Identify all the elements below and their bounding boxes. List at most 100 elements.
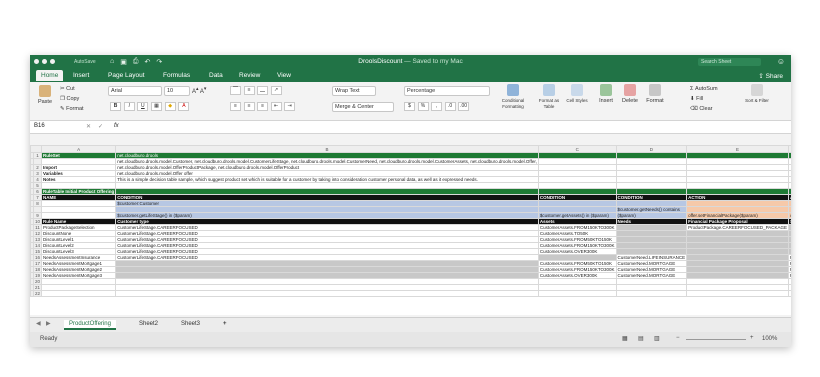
wrap-text-button[interactable]: Wrap Text bbox=[332, 86, 376, 96]
format-cells-button[interactable]: Format bbox=[644, 84, 666, 104]
fill-color-button[interactable]: ◆ bbox=[164, 102, 176, 111]
cell[interactable] bbox=[115, 290, 539, 297]
page-break-view-icon[interactable]: ▥ bbox=[654, 335, 660, 342]
worksheet-grid[interactable]: ABCDEFG1RuleSetnet.cloudburo.droolsnet.c… bbox=[30, 145, 791, 315]
tab-data[interactable]: Data bbox=[204, 70, 228, 81]
delete-cells-button[interactable]: Delete bbox=[620, 84, 640, 104]
zoom-in-icon[interactable]: + bbox=[750, 335, 754, 341]
zoom-out-icon[interactable]: − bbox=[676, 335, 680, 341]
orientation-button[interactable]: ↗ bbox=[270, 86, 282, 95]
page-layout-view-icon[interactable]: ▤ bbox=[638, 335, 644, 342]
zoom-level: 100% bbox=[762, 336, 778, 342]
conditional-formatting-icon bbox=[507, 84, 519, 96]
format-painter-button[interactable]: ✎ Format bbox=[60, 104, 84, 114]
fill-button[interactable]: ⬇ Fill bbox=[690, 94, 718, 104]
cell[interactable]: $customer.getAssets() in ($param) bbox=[537, 212, 617, 219]
row-header[interactable]: 22 bbox=[32, 290, 43, 297]
column-header-f[interactable]: F bbox=[788, 145, 791, 153]
search-sheet-input[interactable]: Search Sheet bbox=[698, 58, 761, 66]
name-box[interactable]: B16 bbox=[34, 123, 45, 129]
font-name-select[interactable]: Arial bbox=[108, 86, 162, 96]
number-format-select[interactable]: Percentage bbox=[404, 86, 490, 96]
cell[interactable]: ProductPackage.CAREERFOCUSED_PACKAGE bbox=[686, 224, 790, 231]
normal-view-icon[interactable]: ▦ bbox=[622, 335, 628, 342]
zoom-slider[interactable] bbox=[686, 339, 746, 340]
copy-button[interactable]: ❐ Copy bbox=[60, 94, 84, 104]
percent-button[interactable]: % bbox=[417, 102, 429, 111]
align-top-button[interactable]: ⎺ bbox=[230, 86, 241, 95]
confirm-icon[interactable]: ✓ bbox=[98, 123, 103, 130]
align-right-button[interactable]: ≡ bbox=[257, 102, 269, 111]
cell[interactable]: $customer.getNeeds() contains bbox=[615, 206, 688, 213]
cell[interactable] bbox=[41, 290, 117, 297]
font-grow-shrink[interactable]: A▴ A▾ bbox=[192, 86, 206, 95]
paste-button[interactable]: Paste bbox=[36, 85, 54, 105]
cell[interactable]: This is a simple decision table sample, … bbox=[115, 176, 539, 183]
cell[interactable]: RuleTable Initial Product Offering bbox=[41, 188, 117, 195]
currency-button[interactable]: $ bbox=[404, 102, 415, 111]
cell[interactable]: CustomerNeed.LIFEINSURANCE bbox=[615, 254, 688, 261]
sheet-nav-next-icon[interactable]: ▶ bbox=[46, 320, 51, 327]
cell-table[interactable]: ABCDEFG1RuleSetnet.cloudburo.droolsnet.c… bbox=[30, 145, 791, 297]
italic-button[interactable]: I bbox=[123, 102, 135, 111]
align-center-button[interactable]: ≡ bbox=[243, 102, 255, 111]
cell[interactable] bbox=[537, 290, 617, 297]
cell[interactable] bbox=[615, 290, 688, 297]
cancel-icon[interactable]: ✕ bbox=[86, 123, 91, 130]
cell-styles-button[interactable]: Cell Styles bbox=[566, 84, 588, 104]
cell[interactable] bbox=[686, 290, 790, 297]
merge-center-button[interactable]: Merge & Center bbox=[332, 102, 394, 112]
column-header-b[interactable]: B bbox=[115, 145, 539, 153]
underline-button[interactable]: U bbox=[137, 102, 149, 111]
decrease-decimal-button[interactable]: .00 bbox=[458, 102, 470, 111]
column-header-a[interactable]: A bbox=[41, 145, 117, 153]
column-header-e[interactable]: E bbox=[686, 145, 790, 153]
align-bottom-button[interactable]: ⎽ bbox=[257, 86, 269, 95]
select-all-corner[interactable] bbox=[30, 145, 43, 153]
feedback-smiley-icon[interactable]: ☺ bbox=[777, 57, 785, 66]
column-header-row: ABCDEFG bbox=[30, 145, 791, 153]
column-header-c[interactable]: C bbox=[537, 145, 617, 153]
cell[interactable]: CustomerAssets.FROM50KTO150K bbox=[537, 236, 617, 243]
sheet-nav-prev-icon[interactable]: ◀ bbox=[36, 320, 41, 327]
cell[interactable]: CustomerAssets.FROM50KTO150K bbox=[537, 260, 617, 267]
autosum-button[interactable]: Σ AutoSum bbox=[690, 84, 718, 94]
decrease-indent-button[interactable]: ⇤ bbox=[270, 102, 282, 111]
excel-window: AutoSave ⌂ ▣ ⎙ ↶ ↷ DroolsDiscount — Save… bbox=[30, 55, 791, 347]
clear-button[interactable]: ⌫ Clear bbox=[690, 104, 718, 114]
tab-review[interactable]: Review bbox=[234, 70, 265, 81]
bold-button[interactable]: B bbox=[110, 102, 121, 111]
cell[interactable]: net.cloudburo.drools.model.Customer, net… bbox=[115, 158, 539, 165]
insert-cells-button[interactable]: Insert bbox=[596, 84, 616, 104]
increase-decimal-button[interactable]: .0 bbox=[444, 102, 456, 111]
font-size-select[interactable]: 10 bbox=[164, 86, 190, 96]
format-as-table-button[interactable]: Format as Table bbox=[535, 84, 563, 110]
cell[interactable] bbox=[788, 290, 791, 297]
comma-button[interactable]: , bbox=[431, 102, 443, 111]
add-sheet-button[interactable]: + bbox=[218, 320, 232, 328]
function-icon[interactable]: fx bbox=[114, 123, 119, 129]
cell[interactable]: CustomerAssets.FROM150KTO300K bbox=[537, 224, 617, 231]
increase-indent-button[interactable]: ⇥ bbox=[284, 102, 296, 111]
align-middle-button[interactable]: ≡ bbox=[243, 86, 255, 95]
sort-filter-button[interactable]: Sort & Filter bbox=[742, 84, 772, 104]
font-color-button[interactable]: A bbox=[178, 102, 190, 111]
borders-button[interactable]: ▦ bbox=[151, 102, 163, 111]
tab-page-layout[interactable]: Page Layout bbox=[103, 70, 150, 81]
sheet-tab-sheet3[interactable]: Sheet3 bbox=[176, 320, 205, 328]
status-bar: Ready ▦ ▤ ▥ − + 100% bbox=[30, 332, 791, 347]
cell[interactable]: CustomerAssets.FROM150KTO300K bbox=[537, 242, 617, 249]
sheet-tab-sheet2[interactable]: Sheet2 bbox=[134, 320, 163, 328]
align-left-button[interactable]: ≡ bbox=[230, 102, 241, 111]
share-button[interactable]: ⇪ Share bbox=[758, 72, 783, 80]
column-header-d[interactable]: D bbox=[615, 145, 688, 153]
sheet-tab-productoffering[interactable]: ProductOffering bbox=[64, 320, 116, 330]
conditional-formatting-button[interactable]: Conditional Formatting bbox=[496, 84, 530, 110]
insert-cells-label: Insert bbox=[599, 98, 613, 104]
tab-home[interactable]: Home bbox=[36, 70, 64, 81]
tab-formulas[interactable]: Formulas bbox=[158, 70, 195, 81]
cell[interactable]: CustomerAssets.FROM150KTO300K bbox=[537, 266, 617, 273]
cut-button[interactable]: ✂ Cut bbox=[60, 84, 84, 94]
tab-insert[interactable]: Insert bbox=[68, 70, 94, 81]
tab-view[interactable]: View bbox=[272, 70, 296, 81]
